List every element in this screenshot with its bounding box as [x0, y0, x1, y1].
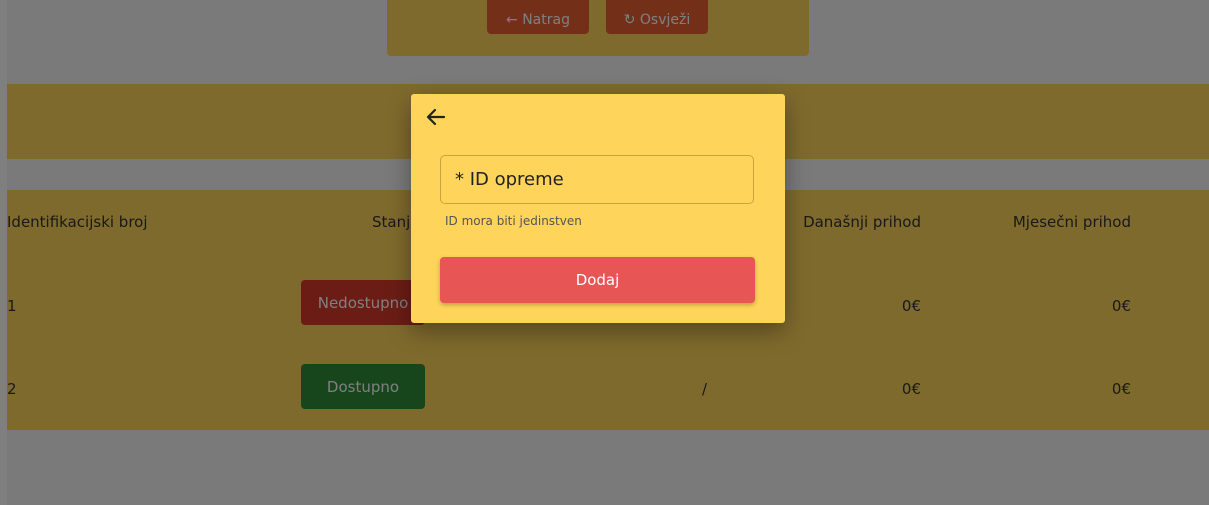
add-button[interactable]: Dodaj [440, 257, 755, 303]
add-equipment-dialog: ID mora biti jedinstven Dodaj [411, 94, 785, 323]
arrow-left-icon[interactable] [425, 106, 447, 128]
equipment-id-field[interactable] [440, 155, 754, 204]
equipment-id-helper-text: ID mora biti jedinstven [445, 214, 582, 228]
